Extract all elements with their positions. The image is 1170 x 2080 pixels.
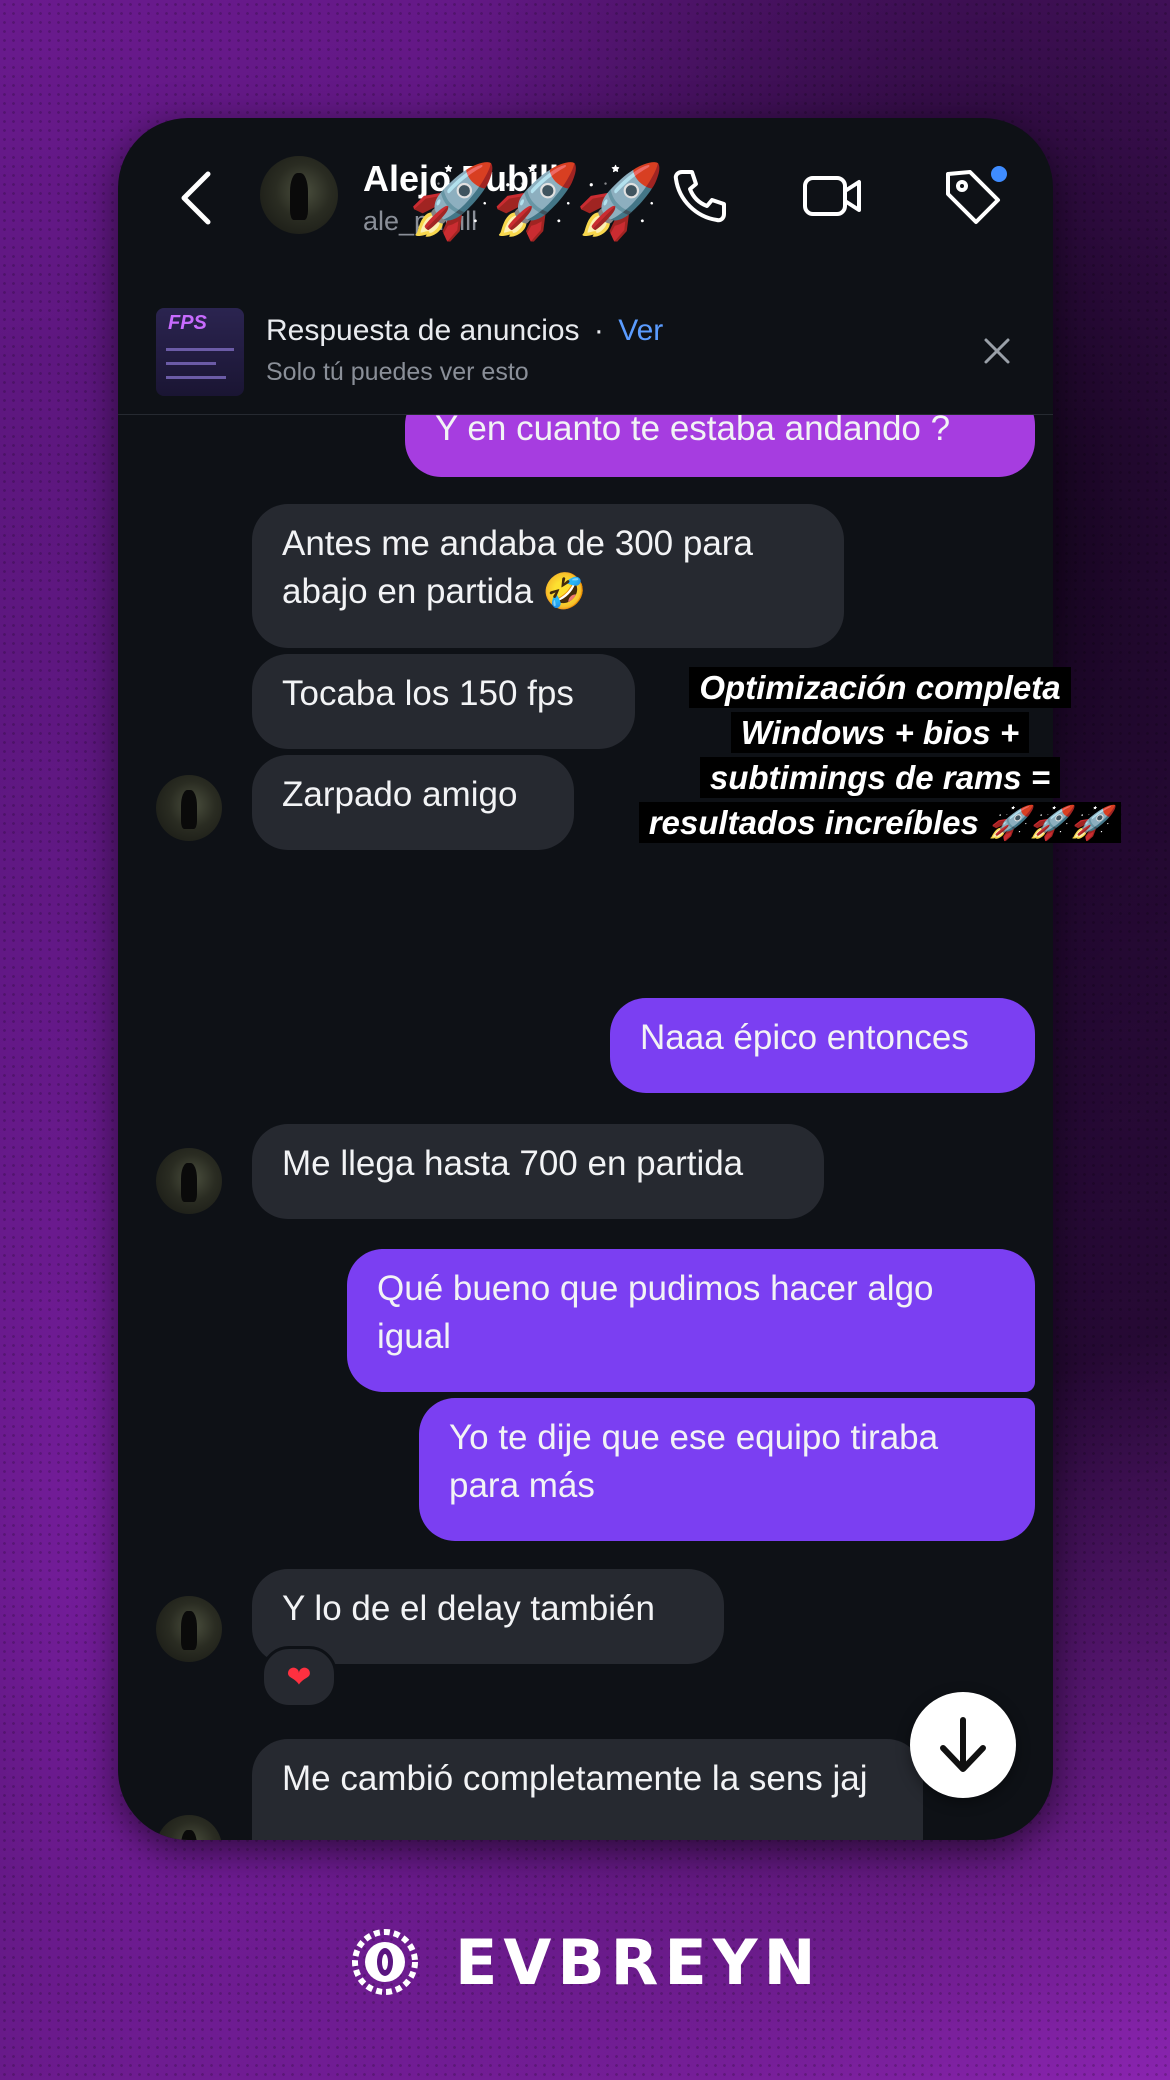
message-bubble-incoming[interactable]: Me cambió completamente la sens jaj — [252, 1739, 923, 1840]
contact-avatar[interactable] — [156, 1815, 222, 1840]
message-bubble-outgoing[interactable]: Y en cuanto te estaba andando ? — [405, 415, 1035, 477]
eye-logo-icon — [352, 1929, 418, 1995]
chat-header: Alejo Pubill ale_pubill 🚀🚀🚀 — [118, 118, 1053, 287]
rocket-stickers: 🚀🚀🚀 — [408, 162, 665, 242]
ad-thumbnail-line — [166, 376, 226, 379]
notification-dot — [991, 166, 1007, 182]
promo-caption-line: Windows + bios + — [730, 712, 1030, 753]
ad-thumbnail-line — [166, 362, 216, 365]
ad-banner-subtitle: Solo tú puedes ver esto — [266, 358, 529, 386]
promo-caption-line: Optimización completa — [689, 667, 1071, 708]
ad-thumbnail-title: FPS — [168, 312, 207, 334]
message-bubble-incoming[interactable]: Zarpado amigo — [252, 755, 574, 850]
heart-reaction-icon[interactable]: ❤ — [261, 1646, 337, 1708]
brand-name: EVBREYN — [455, 1926, 822, 1999]
separator-dot: · — [593, 314, 604, 347]
contact-avatar[interactable] — [156, 1148, 222, 1214]
message-thread[interactable]: Y en cuanto te estaba andando ? Antes me… — [118, 415, 1053, 1840]
message-bubble-incoming[interactable]: Antes me andaba de 300 para abajo en par… — [252, 504, 844, 648]
back-arrow-icon[interactable] — [176, 168, 216, 228]
message-bubble-outgoing[interactable]: Naaa épico entonces — [610, 998, 1035, 1093]
scroll-to-bottom-button[interactable] — [910, 1692, 1016, 1798]
brand-logo: EVBREYN — [345, 1922, 825, 2002]
close-icon[interactable] — [980, 334, 1014, 368]
message-bubble-incoming[interactable]: Tocaba los 150 fps — [252, 654, 635, 749]
message-bubble-outgoing[interactable]: Yo te dije que ese equipo tiraba para má… — [419, 1398, 1035, 1541]
dm-screen: Alejo Pubill ale_pubill 🚀🚀🚀 FPS Respuest… — [118, 118, 1053, 1840]
phone-call-icon[interactable] — [668, 164, 732, 228]
contact-avatar[interactable] — [260, 156, 338, 234]
video-call-icon[interactable] — [801, 164, 865, 228]
ad-response-banner: FPS Respuesta de anuncios · Ver Solo tú … — [118, 286, 1053, 415]
ad-thumbnail-line — [166, 348, 234, 351]
ad-banner-title-text: Respuesta de anuncios — [266, 314, 580, 347]
contact-avatar[interactable] — [156, 775, 222, 841]
ad-thumbnail[interactable]: FPS — [156, 308, 244, 396]
ad-banner-title: Respuesta de anuncios · Ver — [266, 314, 663, 348]
contact-avatar[interactable] — [156, 1596, 222, 1662]
message-bubble-incoming[interactable]: Me llega hasta 700 en partida — [252, 1124, 824, 1219]
promo-caption: Optimización completa Windows + bios + s… — [600, 665, 1160, 845]
message-bubble-outgoing[interactable]: Qué bueno que pudimos hacer algo igual — [347, 1249, 1035, 1392]
promo-caption-line: resultados increíbles 🚀🚀🚀 — [638, 802, 1122, 843]
promo-caption-line: subtimings de rams = — [699, 757, 1061, 798]
view-ad-link[interactable]: Ver — [618, 314, 663, 347]
arrow-down-icon — [940, 1717, 986, 1772]
